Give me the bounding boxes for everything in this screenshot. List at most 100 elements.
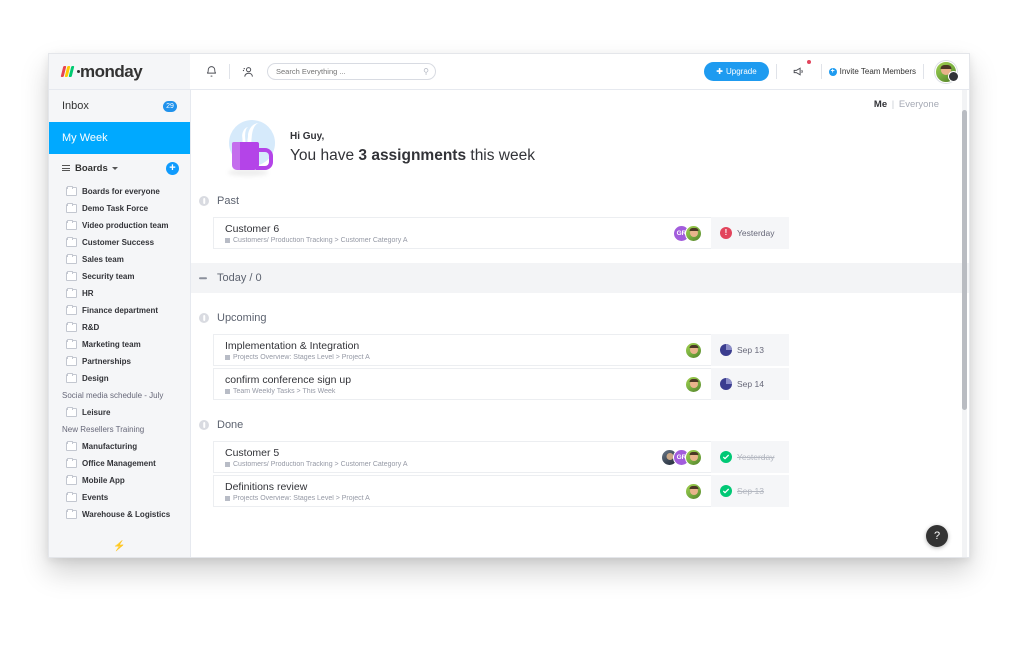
sidebar-item-board[interactable]: Demo Task Force	[49, 200, 190, 217]
vertical-scrollbar[interactable]	[962, 110, 967, 410]
task-row[interactable]: confirm conference sign up Team Weekly Ta…	[213, 368, 789, 400]
tab-everyone[interactable]: Everyone	[899, 99, 939, 110]
invite-label: Invite Team Members	[839, 67, 916, 76]
sidebar-item-board[interactable]: Events	[49, 489, 190, 506]
sidebar-item-board[interactable]: New Resellers Training	[49, 421, 190, 438]
greeting-highlight: 3 assignments	[358, 146, 467, 164]
sidebar-item-board[interactable]: Leisure	[49, 404, 190, 421]
clock-icon	[720, 344, 732, 356]
folder-icon	[66, 508, 77, 519]
avatar[interactable]	[685, 341, 702, 359]
info-icon[interactable]	[199, 420, 209, 430]
board-label: Video production team	[82, 221, 169, 230]
folder-icon	[66, 219, 77, 230]
sidebar-item-board[interactable]: Warehouse & Logistics	[49, 506, 190, 523]
sidebar-item-board[interactable]: Sales team	[49, 251, 190, 268]
board-label: Warehouse & Logistics	[82, 510, 171, 519]
sidebar-item-board[interactable]: Mobile App	[49, 472, 190, 489]
search-input[interactable]	[274, 66, 424, 77]
help-button[interactable]: ?	[926, 525, 948, 547]
sidebar-item-board[interactable]: Design	[49, 370, 190, 387]
task-date-cell[interactable]: Sep 13	[711, 334, 789, 366]
sidebar-item-board[interactable]: Video production team	[49, 217, 190, 234]
lightning-icon[interactable]: ⚡	[113, 541, 125, 552]
task-row[interactable]: Implementation & Integration Projects Ove…	[213, 334, 789, 366]
upgrade-button[interactable]: ✚ Upgrade	[704, 62, 769, 81]
avatar[interactable]	[685, 448, 702, 466]
task-main: confirm conference sign up Team Weekly Ta…	[213, 368, 711, 400]
sidebar-item-board[interactable]: Boards for everyone	[49, 183, 190, 200]
sidebar-item-board[interactable]: HR	[49, 285, 190, 302]
megaphone-icon[interactable]	[788, 59, 811, 83]
invite-team-members-button[interactable]: + Invite Team Members	[828, 67, 916, 76]
board-label: Finance department	[82, 306, 159, 315]
folder-icon	[66, 185, 77, 196]
section-header[interactable]: Upcoming	[191, 307, 969, 329]
board-label: Partnerships	[82, 357, 131, 366]
notification-dot	[806, 59, 811, 64]
brand-logo[interactable]: monday	[49, 54, 190, 89]
avatar[interactable]	[685, 375, 702, 393]
sidebar-item-board[interactable]: Office Management	[49, 455, 190, 472]
list-icon	[62, 165, 70, 171]
clock-icon	[720, 378, 732, 390]
collapse-minus-icon[interactable]	[199, 273, 209, 283]
board-label: Customer Success	[82, 238, 155, 247]
task-path: Customers/ Production Tracking > Custome…	[225, 237, 678, 244]
section-past: Past Customer 6 Customers/ Production Trac…	[191, 190, 969, 249]
sidebar-item-board[interactable]: Social media schedule - July	[49, 387, 190, 404]
board-label: Demo Task Force	[82, 204, 149, 213]
avatar[interactable]	[685, 224, 702, 242]
tab-me[interactable]: Me	[874, 99, 887, 110]
divider	[775, 64, 777, 79]
sidebar-item-board[interactable]: Manufacturing	[49, 438, 190, 455]
task-row[interactable]: Definitions review Projects Overview: Sta…	[213, 475, 789, 507]
sidebar-item-board[interactable]: Customer Success	[49, 234, 190, 251]
section-header[interactable]: Today / 0	[191, 263, 969, 293]
sidebar-item-inbox[interactable]: Inbox 29	[49, 90, 190, 122]
section-header[interactable]: Past	[191, 190, 969, 212]
task-date-label: Yesterday	[737, 228, 775, 238]
task-date-cell[interactable]: Yesterday	[711, 441, 789, 473]
board-square-icon	[225, 388, 230, 394]
sidebar-item-my-week[interactable]: My Week	[49, 122, 190, 154]
task-date-cell[interactable]: Sep 13	[711, 475, 789, 507]
task-avatars	[685, 341, 711, 359]
search-input-wrapper[interactable]: ⚲	[267, 63, 436, 80]
sidebar-item-board[interactable]: Finance department	[49, 302, 190, 319]
folder-icon	[66, 406, 77, 417]
chevron-down-icon[interactable]	[111, 166, 118, 170]
task-date-cell[interactable]: Sep 14	[711, 368, 789, 400]
check-icon	[720, 451, 732, 463]
sidebar-item-board[interactable]: Marketing team	[49, 336, 190, 353]
person-add-icon[interactable]	[237, 61, 259, 83]
section-header[interactable]: Done	[191, 414, 969, 436]
add-board-button[interactable]: +	[166, 161, 179, 175]
task-row[interactable]: Customer 5 Customers/ Production Tracking…	[213, 441, 789, 473]
task-main: Customer 6 Customers/ Production Tracking…	[213, 217, 711, 249]
task-main: Customer 5 Customers/ Production Tracking…	[213, 441, 711, 473]
task-avatars	[685, 375, 711, 393]
folder-icon	[66, 253, 77, 264]
info-icon[interactable]	[199, 196, 209, 206]
sections-container: Past Customer 6 Customers/ Production Trac…	[191, 190, 969, 507]
task-row[interactable]: Customer 6 Customers/ Production Tracking…	[213, 217, 789, 249]
avatar[interactable]	[935, 60, 959, 83]
sidebar-item-board[interactable]: R&D	[49, 319, 190, 336]
task-path-text: Projects Overview: Stages Level > Projec…	[233, 494, 370, 502]
board-label: HR	[82, 289, 94, 298]
bell-icon[interactable]	[200, 61, 222, 83]
divider	[923, 64, 924, 79]
task-date-cell[interactable]: ! Yesterday	[711, 217, 789, 249]
section-upcoming: Upcoming Implementation & Integration Proj…	[191, 307, 969, 400]
sidebar-footer[interactable]: ⚡	[49, 535, 190, 557]
avatar[interactable]	[685, 482, 702, 500]
task-avatars: GR	[661, 448, 711, 466]
sidebar-item-board[interactable]: Partnerships	[49, 353, 190, 370]
info-icon[interactable]	[199, 313, 209, 323]
task-date-label: Sep 13	[737, 345, 764, 355]
task-list: Implementation & Integration Projects Ove…	[191, 329, 969, 400]
sidebar-item-board[interactable]: Security team	[49, 268, 190, 285]
task-path-text: Projects Overview: Stages Level > Projec…	[233, 353, 370, 361]
boards-label[interactable]: Boards	[75, 163, 108, 174]
